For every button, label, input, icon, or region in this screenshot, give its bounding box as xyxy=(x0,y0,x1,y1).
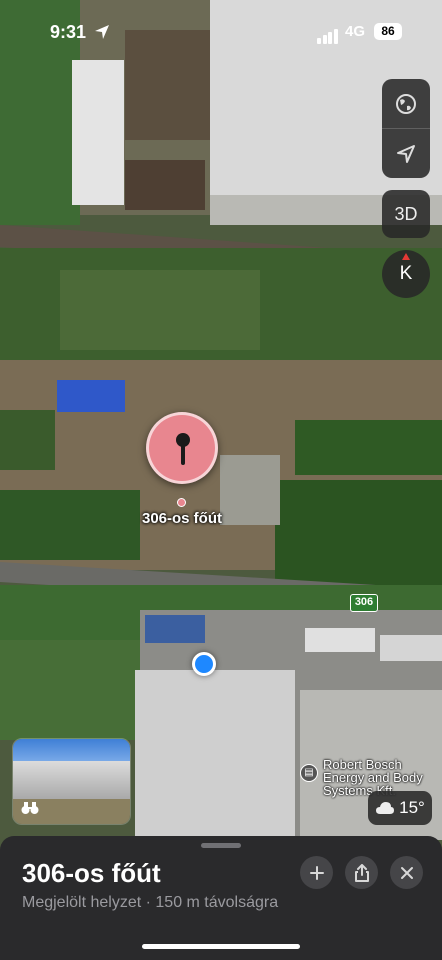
share-button[interactable] xyxy=(345,856,378,889)
map-mode-button[interactable] xyxy=(382,79,430,128)
home-indicator[interactable] xyxy=(142,944,300,949)
road-number-sign: 306 xyxy=(350,594,378,612)
temperature: 15° xyxy=(399,798,425,817)
map-controls xyxy=(382,79,430,178)
location-arrow-icon xyxy=(95,25,109,39)
add-icon xyxy=(309,865,324,880)
close-icon xyxy=(400,866,413,879)
close-button[interactable] xyxy=(390,856,423,889)
look-around-preview[interactable] xyxy=(12,738,131,825)
cloud-icon xyxy=(376,802,395,814)
compass-button[interactable]: K xyxy=(382,250,430,298)
tracking-button[interactable] xyxy=(382,129,430,178)
binoculars-icon xyxy=(21,802,39,814)
pin-label[interactable]: 306-os főút xyxy=(130,510,234,527)
signal-bars-icon xyxy=(317,26,339,44)
weather-badge[interactable]: 15° xyxy=(368,791,432,825)
sheet-grabber[interactable] xyxy=(201,843,241,848)
pin-location-dot xyxy=(177,498,186,507)
battery-indicator: 86 xyxy=(374,23,402,40)
clock: 9:31 xyxy=(50,22,87,42)
compass-needle-icon xyxy=(402,253,410,260)
network-type: 4G xyxy=(345,23,366,40)
dropped-pin[interactable] xyxy=(146,412,218,484)
user-location-dot[interactable] xyxy=(192,652,216,676)
compass-letter: K xyxy=(399,263,413,284)
globe-icon xyxy=(396,93,416,114)
share-icon xyxy=(354,863,369,882)
place-subtitle: Megjelölt helyzet · 150 m távolságra xyxy=(22,894,279,911)
status-bar: 9:31 4G 86 xyxy=(0,0,442,60)
view-3d-button[interactable]: 3D xyxy=(382,190,430,238)
place-title: 306-os főút xyxy=(22,858,161,888)
place-card: 306-os főút Megjelölt helyzet · 150 m tá… xyxy=(0,836,442,960)
building-icon: ▤ xyxy=(300,764,318,782)
location-arrow-icon xyxy=(397,144,415,163)
add-button[interactable] xyxy=(300,856,333,889)
